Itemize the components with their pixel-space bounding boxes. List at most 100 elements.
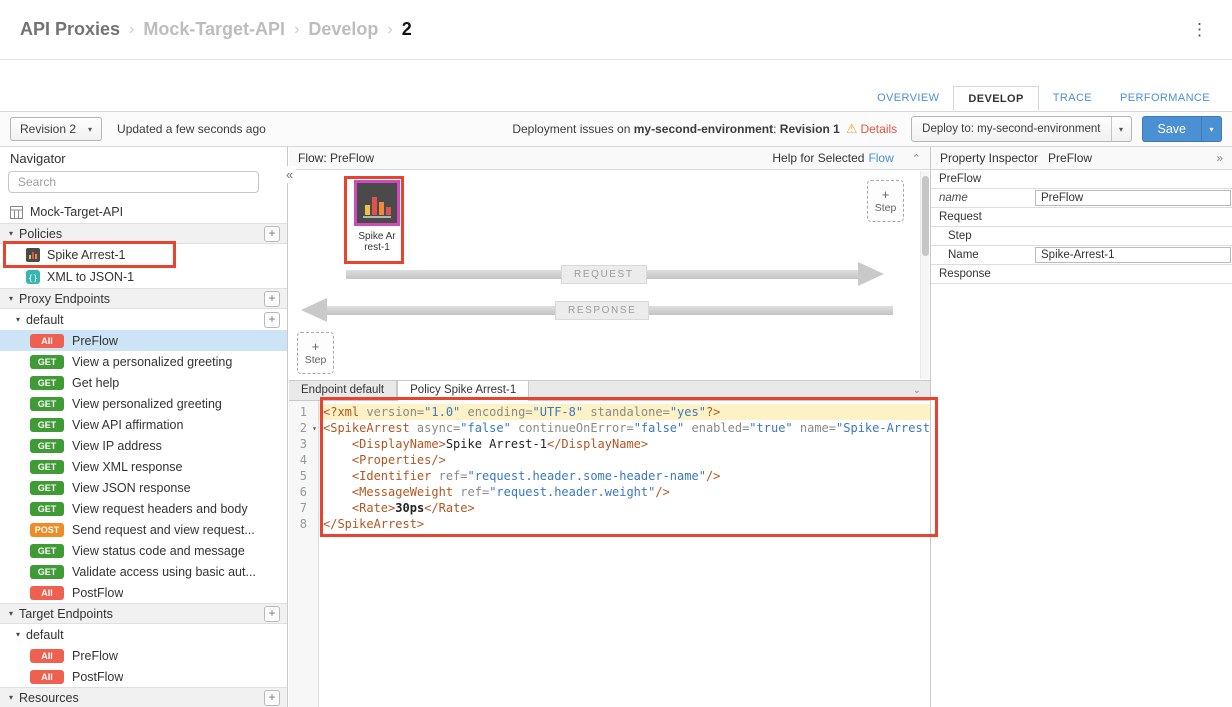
nav-flow-item[interactable]: GET View XML response bbox=[0, 456, 287, 477]
chevron-down-icon[interactable]: ▾ bbox=[9, 693, 13, 702]
code-line[interactable]: <DisplayName>Spike Arrest-1</DisplayName… bbox=[319, 436, 930, 452]
step-button-label: Step bbox=[305, 354, 327, 366]
revision-select[interactable]: Revision 2 ▾ bbox=[10, 117, 102, 141]
code-line[interactable]: <Properties/> bbox=[319, 452, 930, 468]
add-flow-button[interactable]: + bbox=[264, 312, 280, 328]
nav-flow-item[interactable]: GET Get help bbox=[0, 372, 287, 393]
tab-develop[interactable]: DEVELOP bbox=[953, 86, 1038, 111]
nav-policy-xml-to-json[interactable]: {} XML to JSON-1 bbox=[0, 266, 287, 288]
deployment-revision: Revision 1 bbox=[780, 122, 840, 136]
proxy-grid-icon bbox=[10, 206, 23, 219]
method-badge: GET bbox=[30, 460, 64, 474]
add-step-button-response[interactable]: + Step bbox=[297, 332, 334, 374]
collapse-editor-icon[interactable]: ⌄ bbox=[913, 381, 930, 400]
expand-inspector-icon[interactable]: » bbox=[1216, 151, 1223, 165]
save-button[interactable]: Save bbox=[1142, 116, 1202, 142]
code-line[interactable]: <Identifier ref="request.header.some-hea… bbox=[319, 468, 930, 484]
nav-flow-item[interactable]: GET View API affirmation bbox=[0, 414, 287, 435]
section-resources[interactable]: ▾ Resources + bbox=[0, 687, 287, 707]
line-number: 5 bbox=[289, 468, 318, 484]
method-badge: GET bbox=[30, 418, 64, 432]
breadcrumb: API Proxies › Mock-Target-API › Develop … bbox=[20, 0, 412, 59]
nav-flow-postflow[interactable]: All PostFlow bbox=[0, 582, 287, 603]
nav-target-flow-preflow[interactable]: All PreFlow bbox=[0, 645, 287, 666]
step-name-value-input[interactable]: Spike-Arrest-1 bbox=[1035, 247, 1231, 263]
chevron-down-icon[interactable]: ▾ bbox=[16, 630, 20, 639]
section-proxy-endpoints[interactable]: ▾ Proxy Endpoints + bbox=[0, 288, 287, 309]
method-badge: All bbox=[30, 334, 64, 348]
nav-flow-item[interactable]: GET View IP address bbox=[0, 435, 287, 456]
fold-arrow-icon[interactable]: ▾ bbox=[312, 421, 317, 437]
nav-item-proxy-root[interactable]: Mock-Target-API bbox=[0, 201, 287, 223]
endpoint-label: default bbox=[26, 628, 280, 642]
section-policies[interactable]: ▾ Policies + bbox=[0, 223, 287, 244]
add-policy-button[interactable]: + bbox=[264, 226, 280, 242]
collapse-flow-panel-icon[interactable]: ⌃ bbox=[912, 152, 921, 165]
line-number: 3 bbox=[289, 436, 318, 452]
spike-arrest-node[interactable]: Spike Ar rest-1 bbox=[349, 180, 405, 253]
tab-overview[interactable]: OVERVIEW bbox=[863, 86, 953, 111]
chevron-down-icon[interactable]: ▾ bbox=[9, 609, 13, 618]
nav-flow-item[interactable]: GET View request headers and body bbox=[0, 498, 287, 519]
nav-policy-spike-arrest[interactable]: Spike Arrest-1 bbox=[0, 244, 287, 266]
breadcrumb-develop[interactable]: Develop bbox=[308, 19, 378, 40]
flow-label: View a personalized greeting bbox=[72, 355, 232, 369]
code-line[interactable]: </SpikeArrest> bbox=[319, 516, 930, 532]
add-resource-button[interactable]: + bbox=[264, 690, 280, 706]
tab-trace[interactable]: TRACE bbox=[1039, 86, 1106, 111]
method-badge: POST bbox=[30, 523, 64, 537]
flow-label: View status code and message bbox=[72, 544, 245, 558]
deployment-env: my-second-environment bbox=[634, 122, 773, 136]
nav-proxy-endpoint-default[interactable]: ▾ default + bbox=[0, 309, 287, 330]
nav-target-flow-postflow[interactable]: All PostFlow bbox=[0, 666, 287, 687]
nav-target-endpoint-default[interactable]: ▾ default bbox=[0, 624, 287, 645]
property-name-value-input[interactable]: PreFlow bbox=[1035, 190, 1231, 206]
code-line[interactable]: <Rate>30ps</Rate> bbox=[319, 500, 930, 516]
nav-flow-item[interactable]: GET View status code and message bbox=[0, 540, 287, 561]
flow-title: Flow: PreFlow bbox=[298, 151, 374, 165]
svg-text:{}: {} bbox=[28, 274, 38, 283]
search-wrap bbox=[0, 171, 287, 201]
nav-flow-item[interactable]: POST Send request and view request... bbox=[0, 519, 287, 540]
add-target-endpoint-button[interactable]: + bbox=[264, 606, 280, 622]
code-line[interactable]: <MessageWeight ref="request.header.weigh… bbox=[319, 484, 930, 500]
search-input[interactable] bbox=[8, 171, 259, 193]
inspector-section-label: Response bbox=[931, 265, 1232, 283]
code-line[interactable]: <SpikeArrest async="false" continueOnErr… bbox=[319, 420, 930, 436]
policy-label: Spike Arrest-1 bbox=[47, 248, 126, 262]
chevron-down-icon[interactable]: ▾ bbox=[1111, 117, 1131, 141]
method-badge: GET bbox=[30, 397, 64, 411]
flow-label: PostFlow bbox=[72, 670, 123, 684]
code-lines[interactable]: <?xml version="1.0" encoding="UTF-8" sta… bbox=[319, 401, 930, 707]
code-editor[interactable]: 12▾345678 <?xml version="1.0" encoding="… bbox=[289, 401, 930, 707]
add-proxy-endpoint-button[interactable]: + bbox=[264, 291, 280, 307]
section-proxy-endpoints-label: Proxy Endpoints bbox=[19, 292, 258, 306]
scrollbar-thumb[interactable] bbox=[922, 176, 929, 256]
add-step-button-request[interactable]: + Step bbox=[867, 180, 904, 222]
save-menu-caret-icon[interactable]: ▾ bbox=[1201, 116, 1222, 142]
chevron-down-icon[interactable]: ▾ bbox=[16, 315, 20, 324]
nav-flow-preflow[interactable]: All PreFlow bbox=[0, 330, 287, 351]
nav-flow-item[interactable]: GET View personalized greeting bbox=[0, 393, 287, 414]
help-flow-link[interactable]: Flow bbox=[868, 151, 893, 165]
nav-flow-item[interactable]: GET Validate access using basic aut... bbox=[0, 561, 287, 582]
section-target-endpoints[interactable]: ▾ Target Endpoints + bbox=[0, 603, 287, 624]
chevron-down-icon[interactable]: ▾ bbox=[9, 294, 13, 303]
nav-flow-item[interactable]: GET View JSON response bbox=[0, 477, 287, 498]
deploy-to-select[interactable]: Deploy to: my-second-environment ▾ bbox=[911, 116, 1131, 142]
tab-performance[interactable]: PERFORMANCE bbox=[1106, 86, 1224, 111]
nav-flow-item[interactable]: GET View a personalized greeting bbox=[0, 351, 287, 372]
flow-scrollbar[interactable] bbox=[920, 171, 929, 379]
chevron-down-icon[interactable]: ▾ bbox=[9, 229, 13, 238]
code-line[interactable]: <?xml version="1.0" encoding="UTF-8" sta… bbox=[319, 404, 930, 420]
breadcrumb-proxy-name[interactable]: Mock-Target-API bbox=[143, 19, 285, 40]
step-button-label: Step bbox=[875, 202, 897, 214]
tab-policy-spike-arrest[interactable]: Policy Spike Arrest-1 bbox=[397, 381, 529, 401]
collapse-navigator-icon[interactable]: « bbox=[283, 166, 296, 183]
response-arrowhead-icon bbox=[301, 298, 327, 322]
tab-endpoint-default[interactable]: Endpoint default bbox=[289, 381, 397, 400]
inspector-row-step-name: Name Spike-Arrest-1 bbox=[931, 246, 1232, 265]
kebab-menu-icon[interactable]: ⋮ bbox=[1191, 20, 1208, 40]
breadcrumb-api-proxies[interactable]: API Proxies bbox=[20, 19, 120, 40]
details-link[interactable]: Details bbox=[860, 122, 897, 136]
